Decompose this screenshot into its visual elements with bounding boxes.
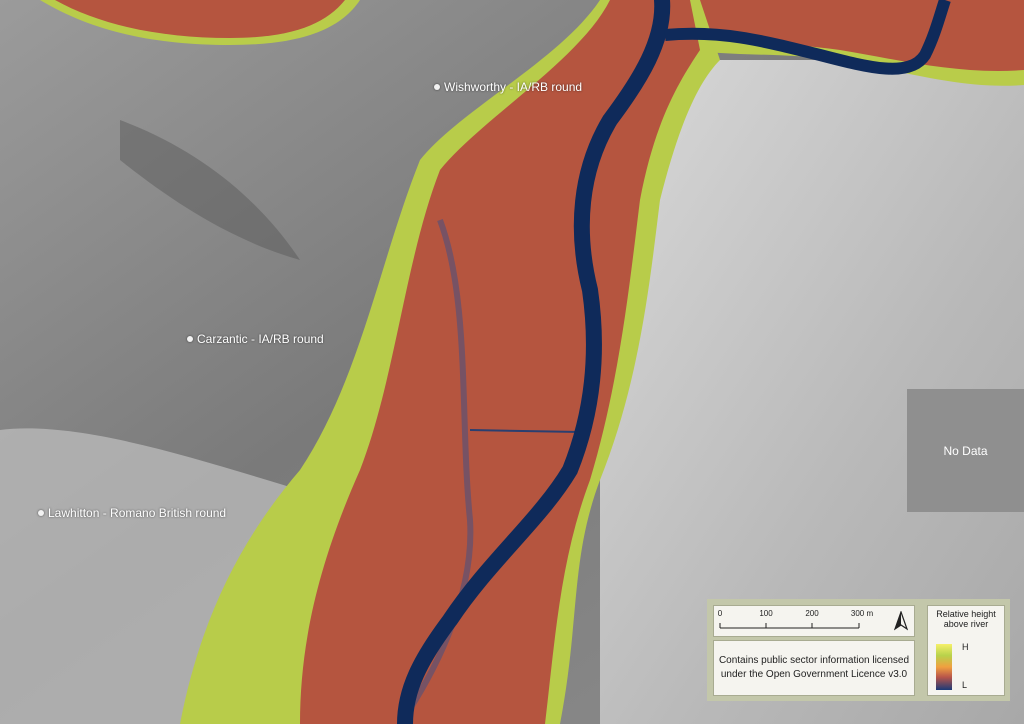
- legend-title-line: Relative height: [936, 609, 996, 619]
- site-dot-icon: [38, 510, 44, 516]
- height-legend: Relative height above river H L: [927, 605, 1005, 696]
- no-data-area: No Data: [907, 389, 1024, 512]
- scale-tick-label: 100: [759, 609, 773, 618]
- scale-tick-label: 200: [805, 609, 819, 618]
- lidar-map[interactable]: Wishworthy - IA/RB round Carzantic - IA/…: [0, 0, 1024, 724]
- scale-tick-label: 300 m: [850, 609, 874, 618]
- no-data-label: No Data: [943, 443, 988, 458]
- legend-title-line: above river: [943, 619, 989, 629]
- site-marker-wishworthy[interactable]: Wishworthy - IA/RB round: [434, 80, 582, 94]
- scale-bar: 0 100 200 300 m: [713, 605, 915, 637]
- scale-bar-line: [719, 623, 860, 629]
- legend-high-label: H: [962, 642, 969, 652]
- legend-low-label: L: [962, 680, 968, 690]
- site-label: Lawhitton - Romano British round: [48, 506, 227, 520]
- site-label: Wishworthy - IA/RB round: [444, 80, 583, 94]
- site-marker-lawhitton[interactable]: Lawhitton - Romano British round: [38, 506, 226, 520]
- site-marker-carzantic[interactable]: Carzantic - IA/RB round: [187, 332, 324, 346]
- site-label: Carzantic - IA/RB round: [197, 332, 324, 346]
- site-dot-icon: [187, 336, 193, 342]
- attribution-line: Contains public sector information licen…: [718, 655, 910, 666]
- attribution: Contains public sector information licen…: [713, 640, 915, 696]
- scale-tick-label: 0: [717, 609, 723, 618]
- legend-title: Relative height above river: [928, 609, 1004, 629]
- legend-panel: 0 100 200 300 m Contains public sector i…: [707, 599, 1010, 701]
- attribution-line: under the Open Government Licence v3.0: [720, 669, 908, 680]
- color-ramp: [936, 644, 952, 690]
- site-dot-icon: [434, 84, 440, 90]
- north-arrow-icon: [894, 611, 908, 631]
